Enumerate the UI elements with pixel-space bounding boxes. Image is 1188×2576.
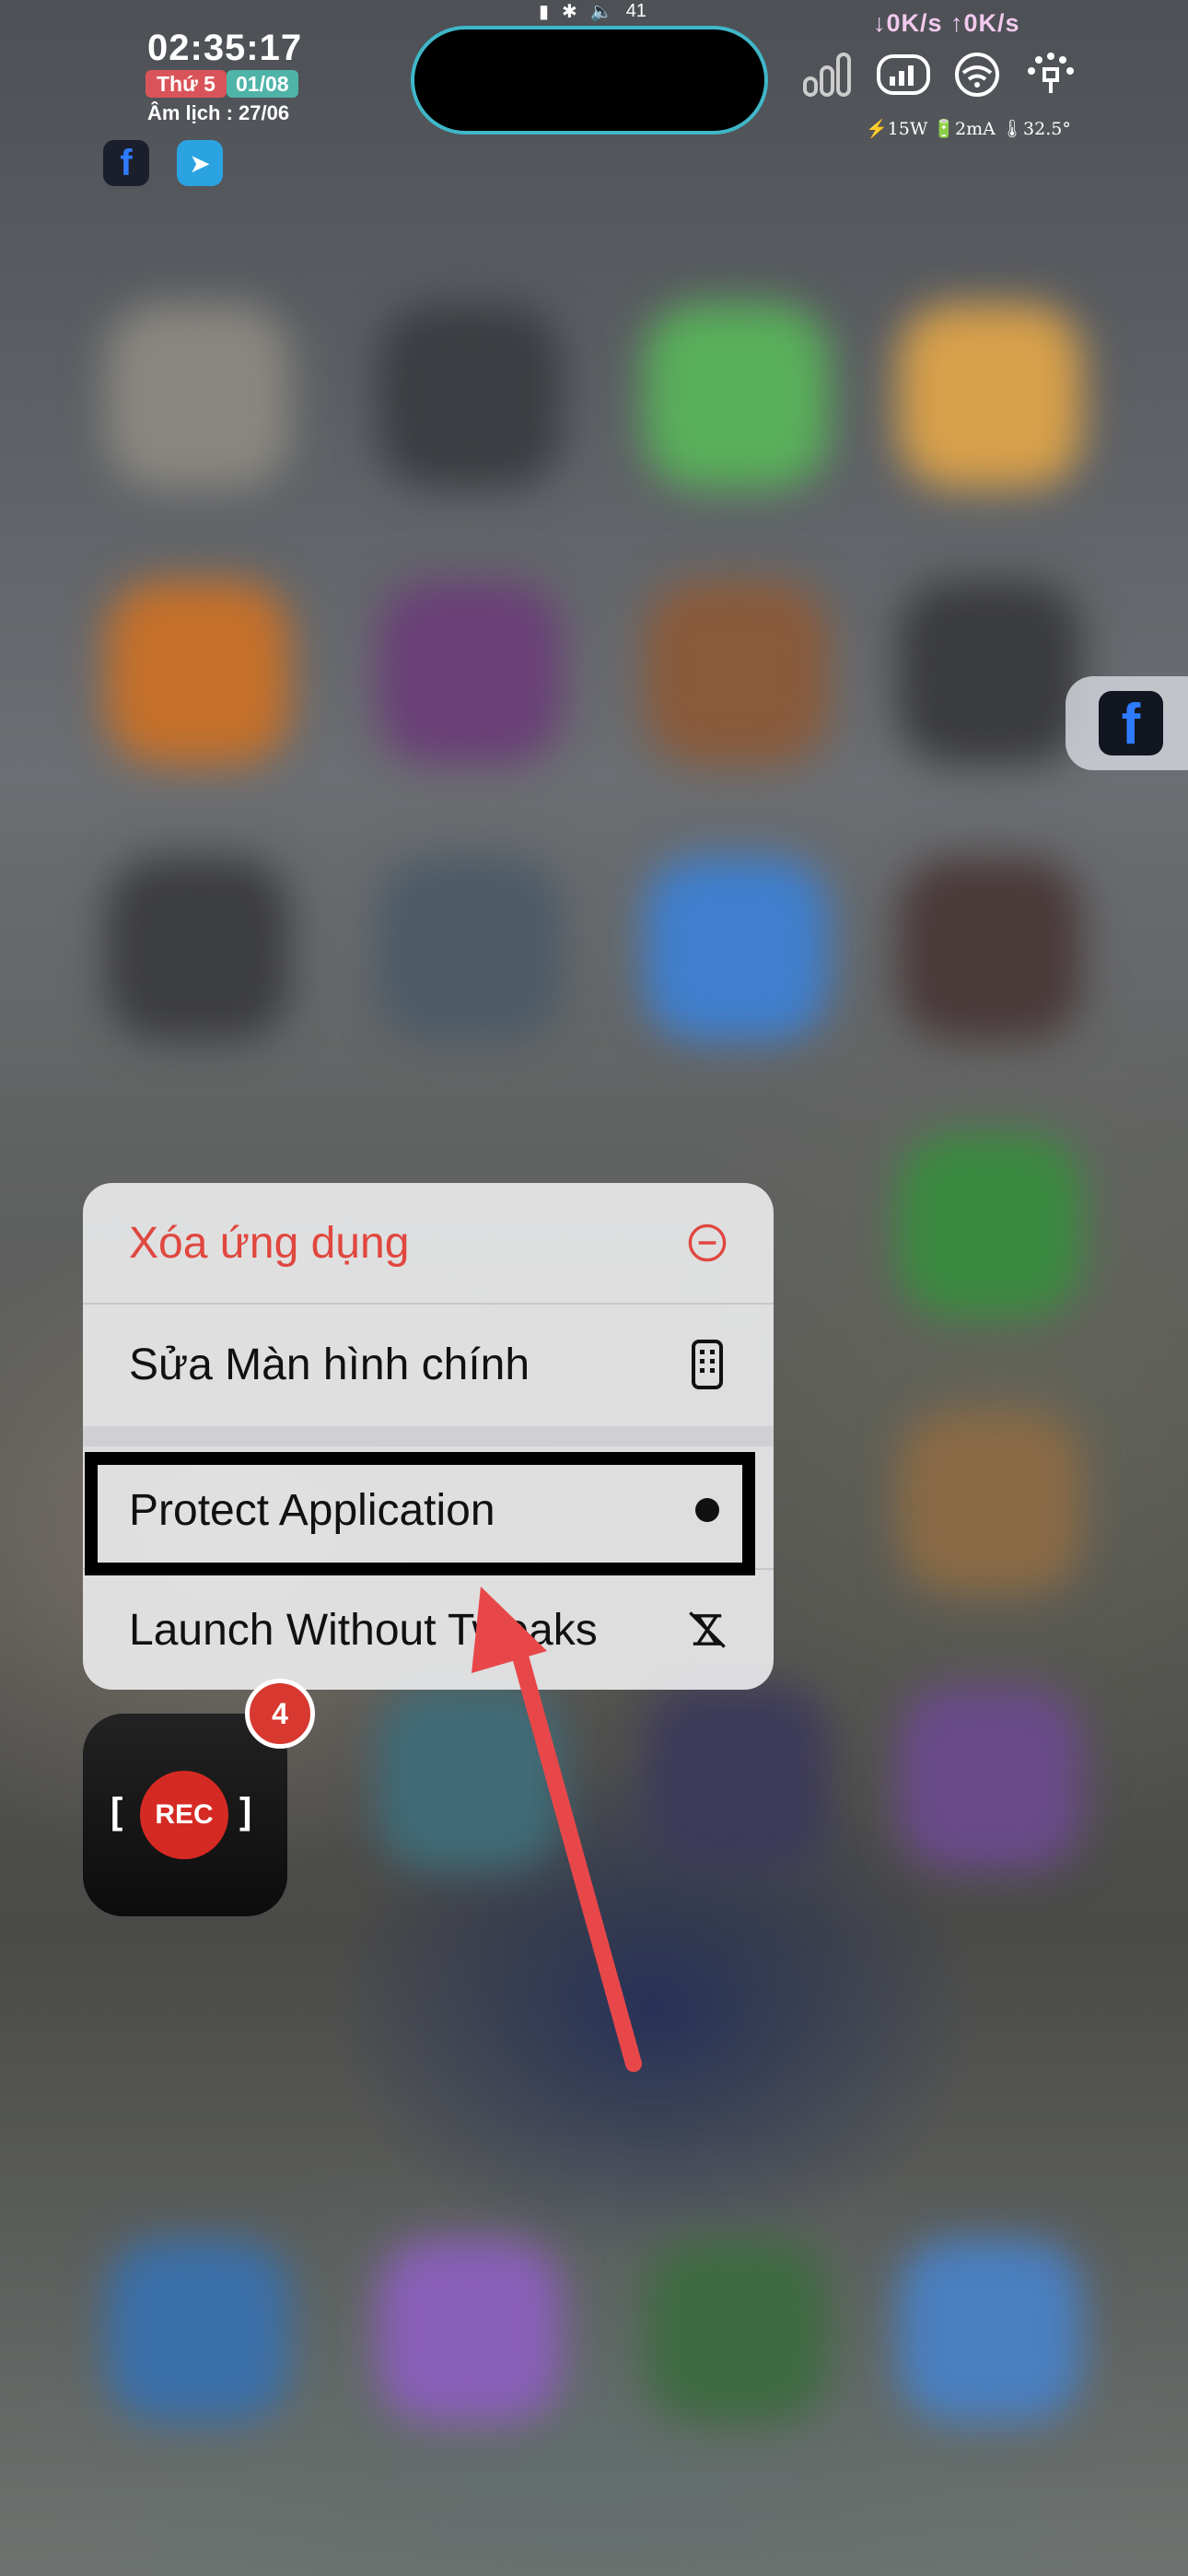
annotation-arrow [472, 1587, 642, 2072]
